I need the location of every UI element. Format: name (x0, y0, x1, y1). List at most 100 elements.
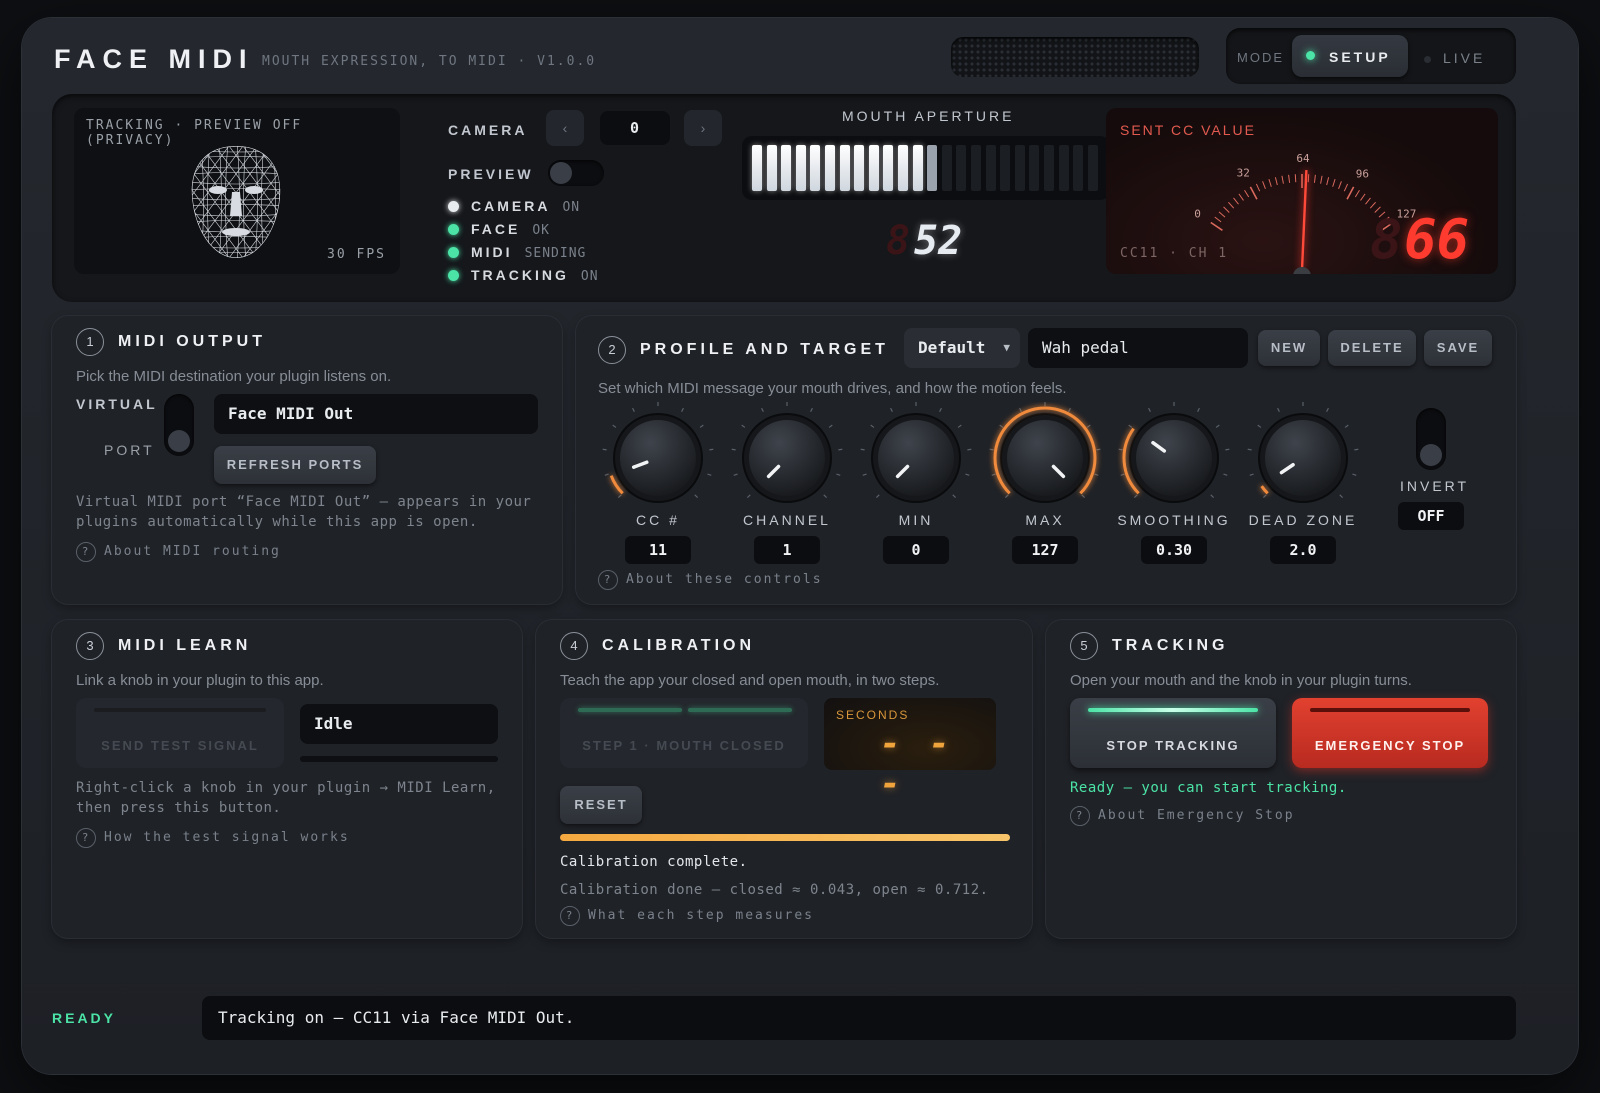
knob-dial[interactable] (598, 402, 718, 518)
knob-dial[interactable] (985, 402, 1105, 518)
knob-dead-zone[interactable]: DEAD ZONE 2.0 (1243, 402, 1363, 564)
stop-tracking-button[interactable]: STOP TRACKING (1070, 698, 1276, 768)
panel-title: CALIBRATION (602, 637, 756, 654)
knob-label: DEAD ZONE (1248, 512, 1358, 528)
knob-tick (1197, 407, 1200, 412)
refresh-ports-button[interactable]: REFRESH PORTS (214, 446, 376, 484)
preview-toggle[interactable] (548, 160, 604, 186)
knob-tick (1118, 448, 1123, 451)
calibration-panel: 4 CALIBRATION Teach the app your closed … (536, 620, 1032, 938)
gauge-tick (1214, 216, 1222, 223)
midi-port-field[interactable]: Face MIDI Out (214, 394, 538, 434)
emergency-stop-button[interactable]: EMERGENCY STOP (1292, 698, 1488, 768)
step1-indicator (578, 708, 682, 712)
knob-channel[interactable]: CHANNEL 1 (727, 402, 847, 564)
send-test-signal-button[interactable]: SEND TEST SIGNAL (76, 698, 284, 768)
gauge-tick (1365, 197, 1371, 205)
knob-dial[interactable] (856, 402, 976, 518)
port-label: PORT (104, 442, 155, 458)
virtual-port-toggle[interactable] (164, 394, 194, 456)
calibration-step-button[interactable]: STEP 1 · MOUTH CLOSED (560, 698, 808, 768)
send-indicator-bar (94, 708, 266, 712)
gauge-pivot (1293, 267, 1311, 274)
knob-tick (604, 473, 609, 476)
gauge-tick (1281, 175, 1284, 184)
knob-tick (860, 448, 865, 451)
knob-tick (1352, 473, 1357, 476)
gauge-tick (1320, 175, 1323, 184)
profile-dropdown[interactable]: Default ▼ (904, 328, 1020, 368)
monitor-strip: TRACKING · PREVIEW OFF (PRIVACY) 30 FPS … (52, 94, 1516, 302)
live-led-icon (1424, 55, 1431, 63)
preview-label: PREVIEW (448, 166, 534, 182)
help-text: About Emergency Stop (1098, 808, 1295, 823)
invert-toggle[interactable] (1416, 408, 1446, 470)
knob-tick (1326, 407, 1329, 412)
knob-cap (1265, 420, 1341, 496)
aperture-segment (883, 145, 894, 191)
gauge-tick (1268, 178, 1272, 187)
knob-value: 0.30 (1141, 536, 1207, 564)
test-signal-help-link[interactable]: ? How the test signal works (76, 828, 350, 848)
knob-tick (1215, 424, 1220, 428)
knob-tick (828, 424, 833, 428)
profile-name-field[interactable]: Wah pedal (1028, 328, 1248, 368)
aperture-segment (1087, 145, 1098, 191)
mode-live-button[interactable]: LIVE (1424, 50, 1485, 66)
calibration-progress-fill (560, 834, 1010, 841)
knob-cc[interactable]: CC # 11 (598, 402, 718, 564)
calibration-step-label: STEP 1 · MOUTH CLOSED (582, 738, 786, 753)
gauge-tick (1332, 178, 1336, 187)
calibration-help-link[interactable]: ? What each step measures (560, 906, 814, 926)
panel-number: 5 (1070, 632, 1098, 660)
status-value: ON (562, 200, 581, 215)
tracking-panel: 5 TRACKING Open your mouth and the knob … (1046, 620, 1516, 938)
aperture-segment (985, 145, 996, 191)
knob-smoothing[interactable]: SMOOTHING 0.30 (1114, 402, 1234, 564)
knob-dial[interactable] (727, 402, 847, 518)
camera-index-field: 0 (600, 111, 670, 145)
midi-output-panel: 1 MIDI OUTPUT Pick the MIDI destination … (52, 316, 562, 604)
knob-tick (1019, 407, 1022, 412)
gauge-tick (1228, 201, 1235, 209)
knob-tick (699, 424, 704, 428)
camera-next-button[interactable]: › (684, 110, 722, 146)
footer-state: READY (52, 1010, 117, 1026)
knob-tick (810, 407, 813, 412)
knob-value: 127 (1012, 536, 1078, 564)
panel-title: PROFILE AND TARGET (640, 341, 889, 358)
status-name: CAMERA (471, 198, 551, 214)
knob-max[interactable]: MAX 127 (985, 402, 1105, 564)
gauge-tick (1274, 177, 1278, 186)
knob-tick (761, 407, 764, 412)
knob-tick (875, 494, 880, 499)
tracking-preview: TRACKING · PREVIEW OFF (PRIVACY) 30 FPS (74, 108, 400, 274)
knob-dial[interactable] (1243, 402, 1363, 518)
knob-tick (1339, 494, 1344, 499)
help-icon: ? (76, 542, 96, 562)
knob-tick (612, 424, 617, 428)
panel-description: Teach the app your closed and open mouth… (560, 672, 940, 689)
setup-led-icon (1306, 51, 1315, 60)
reset-calibration-button[interactable]: RESET (560, 786, 642, 824)
knob-tick (1262, 494, 1267, 499)
delete-profile-button[interactable]: DELETE (1328, 330, 1416, 366)
emergency-help-link[interactable]: ? About Emergency Stop (1070, 806, 1295, 826)
controls-help-link[interactable]: ? About these controls (598, 570, 823, 590)
knob-min[interactable]: MIN 0 (856, 402, 976, 564)
knob-dial[interactable] (1114, 402, 1234, 518)
knob-tick (1004, 494, 1009, 499)
midi-routing-help-link[interactable]: ? About MIDI routing (76, 542, 281, 562)
send-test-signal-label: SEND TEST SIGNAL (101, 738, 259, 753)
aperture-ghost-digit: 8 (886, 218, 911, 264)
new-profile-button[interactable]: NEW (1258, 330, 1320, 366)
virtual-label: VIRTUAL (76, 396, 158, 412)
aperture-title: MOUTH APERTURE (842, 108, 1015, 124)
save-profile-button[interactable]: SAVE (1424, 330, 1492, 366)
speaker-grille (951, 37, 1199, 77)
camera-prev-button[interactable]: ‹ (546, 110, 584, 146)
mode-setup-button[interactable]: SETUP (1292, 35, 1408, 77)
help-text: What each step measures (588, 908, 815, 923)
panel-description: Pick the MIDI destination your plugin li… (76, 368, 392, 385)
knob-cap (1007, 420, 1083, 496)
